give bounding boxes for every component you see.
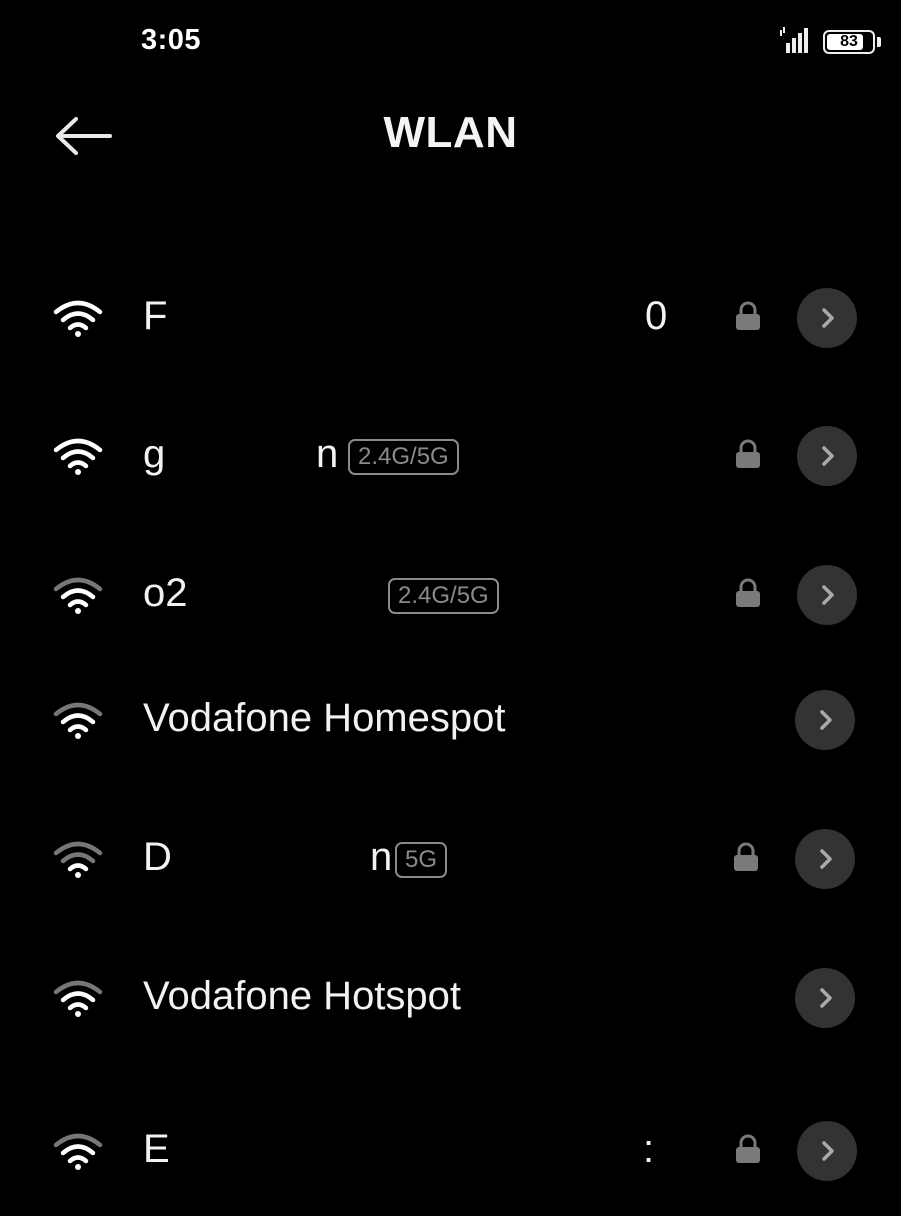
wifi-icon xyxy=(53,702,103,739)
header: WLAN xyxy=(0,84,901,194)
wifi-icon xyxy=(53,300,103,337)
network-details-button[interactable] xyxy=(795,968,855,1028)
network-name-suffix: n xyxy=(370,835,393,879)
wifi-network-row[interactable]: g n 2.4G/5G xyxy=(0,400,901,510)
network-name: E xyxy=(143,1127,170,1171)
lock-icon xyxy=(736,1134,760,1163)
network-name: F xyxy=(143,294,168,338)
band-badge: 2.4G/5G xyxy=(388,578,499,614)
lock-icon xyxy=(736,439,760,468)
band-badge: 5G xyxy=(395,842,448,878)
wifi-icon xyxy=(53,577,103,614)
chevron-right-icon xyxy=(820,988,832,1008)
chevron-right-icon xyxy=(822,446,834,466)
network-details-button[interactable] xyxy=(795,829,855,889)
network-name: Vodafone Hotspot xyxy=(143,974,462,1018)
network-name: g xyxy=(143,432,166,476)
lock-icon xyxy=(736,301,760,330)
network-name: o2 xyxy=(143,571,188,615)
wifi-network-row[interactable]: D n 5G xyxy=(0,803,901,913)
wifi-icon xyxy=(53,438,103,475)
network-details-button[interactable] xyxy=(797,565,857,625)
chevron-right-icon xyxy=(820,710,832,730)
network-name-suffix: 0 xyxy=(645,294,668,338)
band-badge: 2.4G/5G xyxy=(348,439,459,475)
battery-tip xyxy=(877,37,881,47)
chevron-right-icon xyxy=(822,1141,834,1161)
battery-percent: 83 xyxy=(840,33,858,50)
page-title: WLAN xyxy=(383,108,518,157)
status-time: 3:05 xyxy=(141,24,202,56)
chevron-right-icon xyxy=(822,308,834,328)
lock-icon xyxy=(734,842,758,871)
network-details-button[interactable] xyxy=(797,426,857,486)
wifi-icon xyxy=(53,1133,103,1170)
wifi-network-row[interactable]: Vodafone Homespot xyxy=(0,664,901,774)
lock-icon xyxy=(736,578,760,607)
battery-icon: 83 xyxy=(823,30,875,54)
status-bar: 3:05 83 xyxy=(0,0,901,84)
wifi-icon xyxy=(53,841,103,878)
network-name: D xyxy=(143,835,172,879)
network-details-button[interactable] xyxy=(795,690,855,750)
wifi-network-row[interactable]: E : xyxy=(0,1095,901,1205)
wifi-network-row[interactable]: F 0 xyxy=(0,262,901,372)
chevron-right-icon xyxy=(822,585,834,605)
network-name-suffix: n xyxy=(316,432,339,476)
network-details-button[interactable] xyxy=(797,1121,857,1181)
network-name: Vodafone Homespot xyxy=(143,696,506,740)
wifi-icon xyxy=(53,980,103,1017)
network-details-button[interactable] xyxy=(797,288,857,348)
wifi-network-row[interactable]: o2 2.4G/5G xyxy=(0,539,901,649)
cellular-signal-icon xyxy=(780,27,808,53)
chevron-right-icon xyxy=(820,849,832,869)
network-name-suffix: : xyxy=(643,1127,655,1171)
wifi-network-row[interactable]: Vodafone Hotspot xyxy=(0,942,901,1052)
